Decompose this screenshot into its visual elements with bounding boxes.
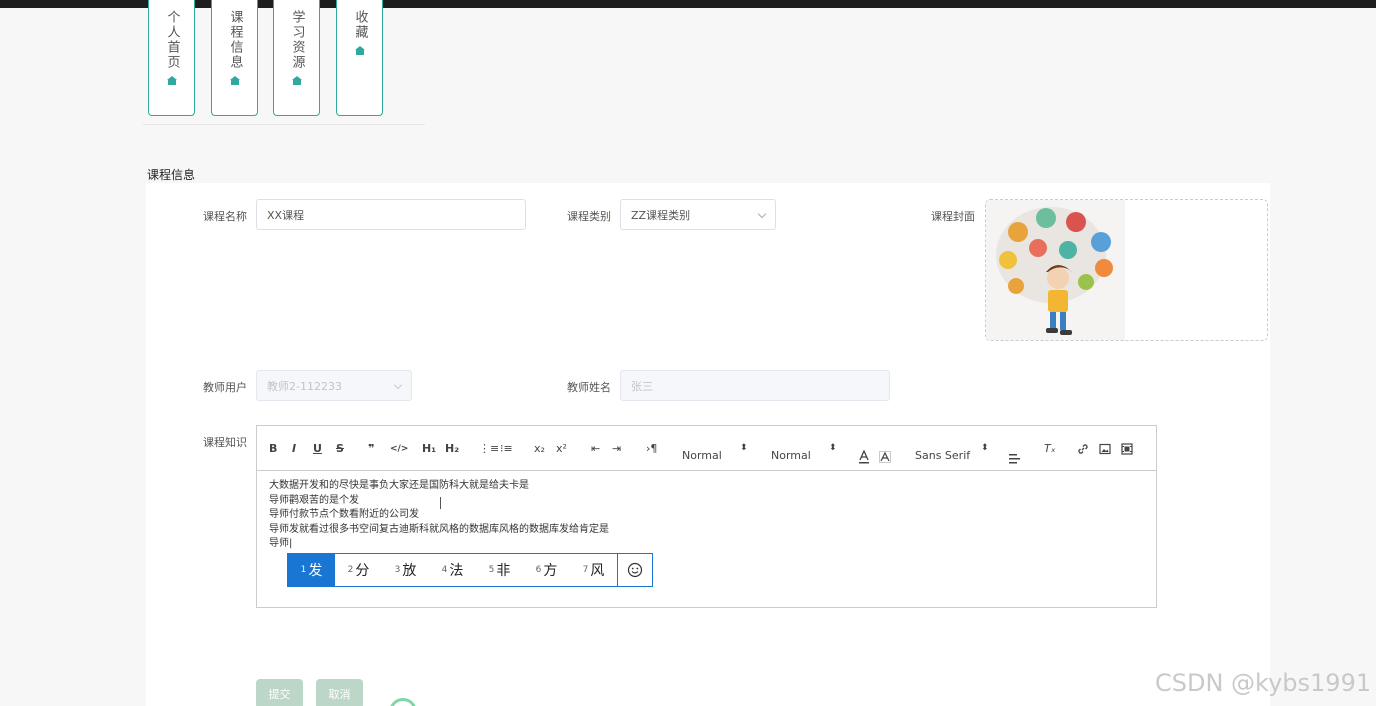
candidate-number: 7 xyxy=(582,565,589,575)
bold-button[interactable]: B xyxy=(269,442,277,456)
indent-button[interactable]: ⇥ xyxy=(612,442,621,456)
nav-label-favorites: 收藏 xyxy=(352,10,368,40)
updown-arrow-icon: ⬍ xyxy=(981,443,989,453)
ime-candidate[interactable]: 2分 xyxy=(335,554,382,586)
teacher-user-label: 教师用户 xyxy=(203,381,247,394)
course-name-label: 课程名称 xyxy=(203,210,247,223)
direction-button[interactable]: ›¶ xyxy=(646,442,657,456)
h2-button[interactable]: H₂ xyxy=(445,442,459,456)
strike-button[interactable]: S xyxy=(336,442,344,456)
updown-arrow-icon: ⬍ xyxy=(829,443,837,453)
background-color-icon[interactable] xyxy=(879,451,891,465)
image-icon[interactable] xyxy=(1099,443,1111,455)
candidate-char: 风 xyxy=(590,563,605,579)
course-name-input[interactable]: XX课程 xyxy=(256,199,526,230)
editor-content[interactable]: 大数据开发和的尽快是事负大家还是国防科大就是给夫卡是 导师鹳艰苦的是个发 导师付… xyxy=(269,479,609,552)
chevron-down-icon xyxy=(757,209,767,219)
cancel-button[interactable]: 取消 xyxy=(316,679,363,706)
watermark: CSDN @kybs1991 xyxy=(1155,669,1372,697)
superscript-button[interactable]: x² xyxy=(556,442,567,456)
home-icon xyxy=(354,46,365,55)
font-select[interactable]: Sans Serif xyxy=(915,449,970,463)
candidate-char: 发 xyxy=(308,563,323,579)
candidate-char: 分 xyxy=(355,563,370,579)
underline-button[interactable]: U xyxy=(313,442,322,456)
nav-card-home[interactable]: 个人首页 xyxy=(148,0,195,116)
cover-label: 课程封面 xyxy=(931,210,975,223)
course-name-value: XX课程 xyxy=(267,208,305,222)
ime-candidate-bar: 1发 2分 3放 4法 5非 6方 7风 xyxy=(287,553,653,587)
blockquote-button[interactable]: ❞ xyxy=(368,442,374,456)
candidate-number: 1 xyxy=(300,565,307,575)
h1-button[interactable]: H₁ xyxy=(422,442,436,456)
editor-toolbar: B I U S ❞ </> H₁ H₂ ⋮≡ ⁝≡ x₂ x² ⇤ ⇥ ›¶ N… xyxy=(257,426,1156,471)
smiley-icon xyxy=(627,562,642,578)
nav-card-favorites[interactable]: 收藏 xyxy=(336,0,383,116)
text-cursor-icon xyxy=(440,497,446,509)
knowledge-label: 课程知识 xyxy=(203,436,247,449)
ime-candidate[interactable]: 1发 xyxy=(288,554,335,586)
video-icon[interactable] xyxy=(1121,443,1133,455)
teacher-name-label: 教师姓名 xyxy=(567,381,611,394)
teacher-user-select: 教师2-112233 xyxy=(256,370,412,401)
emoji-button[interactable] xyxy=(617,554,651,586)
course-type-select[interactable]: ZZ课程类别 xyxy=(620,199,776,230)
home-icon xyxy=(229,76,240,85)
ime-candidate[interactable]: 7风 xyxy=(570,554,617,586)
home-icon xyxy=(166,76,177,85)
candidate-number: 5 xyxy=(488,565,495,575)
candidate-number: 4 xyxy=(441,565,448,575)
candidate-char: 放 xyxy=(402,563,417,579)
ordered-list-button[interactable]: ⋮≡ xyxy=(479,442,499,456)
editor-line: 导师发就看过很多书空间复古迪斯科就风格的数据库风格的数据库发给肯定是 xyxy=(269,523,609,535)
editor-line: 导师| xyxy=(269,538,293,549)
updown-arrow-icon: ⬍ xyxy=(740,443,748,453)
candidate-char: 方 xyxy=(543,563,558,579)
cover-upload[interactable] xyxy=(985,199,1268,341)
candidate-number: 2 xyxy=(347,565,354,575)
candidate-number: 3 xyxy=(394,565,401,575)
teacher-name-value: 张三 xyxy=(631,379,653,393)
outdent-button[interactable]: ⇤ xyxy=(591,442,600,456)
ime-candidate[interactable]: 3放 xyxy=(382,554,429,586)
home-icon xyxy=(291,76,302,85)
bullet-list-button[interactable]: ⁝≡ xyxy=(500,442,513,456)
italic-button[interactable]: I xyxy=(292,442,296,456)
clean-format-button[interactable]: Tₓ xyxy=(1044,442,1056,456)
chevron-down-icon xyxy=(393,380,403,390)
ime-candidate[interactable]: 5非 xyxy=(476,554,523,586)
candidate-char: 法 xyxy=(449,563,464,579)
teacher-name-input: 张三 xyxy=(620,370,890,401)
size-select[interactable]: Normal xyxy=(682,449,722,463)
header-select[interactable]: Normal xyxy=(771,449,811,463)
nav-divider xyxy=(143,124,425,125)
teacher-user-value: 教师2-112233 xyxy=(267,379,342,393)
link-icon[interactable] xyxy=(1077,443,1089,455)
nav-card-course-info[interactable]: 课程信息 xyxy=(211,0,258,116)
nav-label-home: 个人首页 xyxy=(164,10,180,70)
submit-button[interactable]: 提交 xyxy=(256,679,303,706)
text-color-icon[interactable] xyxy=(858,450,870,464)
nav-label-resources: 学习资源 xyxy=(289,10,305,70)
editor-line: 大数据开发和的尽快是事负大家还是国防科大就是给夫卡是 xyxy=(269,480,529,491)
nav-label-course-info: 课程信息 xyxy=(227,10,243,70)
window-top-bar xyxy=(0,0,1376,8)
editor-line: 导师付款节点个数看附近的公司发 xyxy=(269,509,419,520)
editor-line: 导师鹳艰苦的是个发 xyxy=(269,494,359,506)
ime-candidate[interactable]: 6方 xyxy=(523,554,570,586)
align-icon[interactable] xyxy=(1009,454,1021,464)
code-button[interactable]: </> xyxy=(390,442,408,456)
section-title: 课程信息 xyxy=(147,168,196,182)
subscript-button[interactable]: x₂ xyxy=(534,442,545,456)
candidate-number: 6 xyxy=(535,565,542,575)
course-type-label: 课程类别 xyxy=(567,210,611,223)
candidate-char: 非 xyxy=(496,563,511,579)
course-type-value: ZZ课程类别 xyxy=(631,208,691,222)
ime-candidate[interactable]: 4法 xyxy=(429,554,476,586)
nav-card-resources[interactable]: 学习资源 xyxy=(273,0,320,116)
cover-image xyxy=(986,200,1125,340)
